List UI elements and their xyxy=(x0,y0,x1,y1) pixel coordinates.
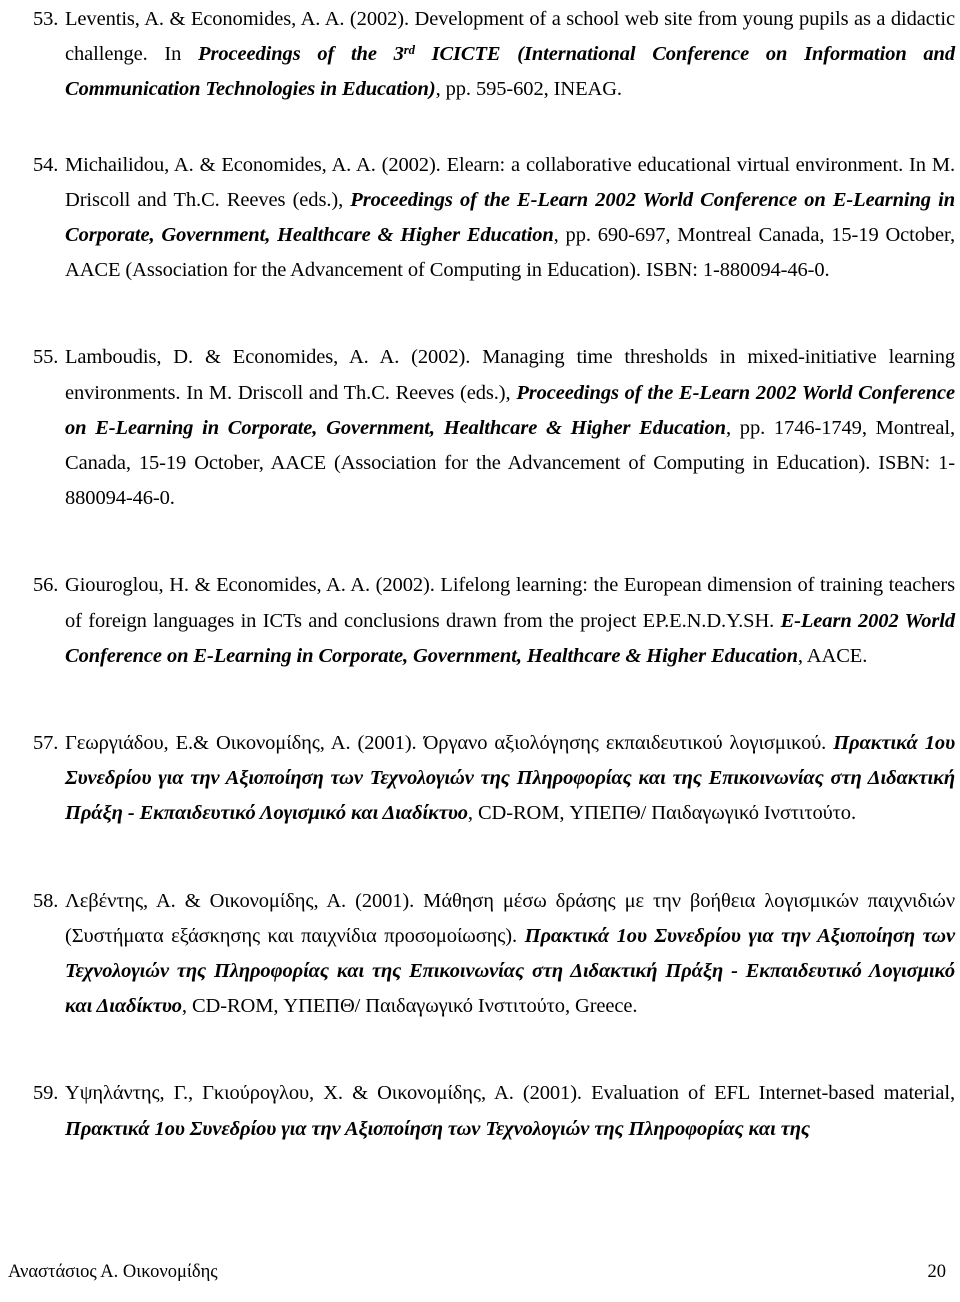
reference-entry-59: 59. Υψηλάντης, Γ., Γκιούρογλου, Χ. & Οικ… xyxy=(33,1076,955,1146)
reference-text: Υψηλάντης, Γ., Γκιούρογλου, Χ. & Οικονομ… xyxy=(65,1076,955,1146)
ref-seg-tail: , CD-ROM, ΥΠΕΠΘ/ Παιδαγωγικό Ινστιτούτο. xyxy=(467,802,856,825)
reference-text: Lamboudis, D. & Economides, A. A. (2002)… xyxy=(65,340,955,516)
reference-entry-55: 55. Lamboudis, D. & Economides, A. A. (2… xyxy=(33,340,955,516)
reference-text: Γεωργιάδου, Ε.& Οικονομίδης, Α. (2001). … xyxy=(65,726,955,832)
reference-number: 58. xyxy=(33,889,59,912)
page-footer: Αναστάσιος Α. Οικονομίδης 20 xyxy=(0,1260,960,1284)
reference-text: Giouroglou, H. & Economides, A. A. (2002… xyxy=(65,568,955,674)
entry-spacer xyxy=(33,1024,955,1076)
ref-seg-tail: , AACE. xyxy=(797,644,868,667)
ref-seg-tail: , CD-ROM, ΥΠΕΠΘ/ Παιδαγωγικό Ινστιτούτο,… xyxy=(181,995,638,1018)
reference-text: Leventis, A. & Economides, A. A. (2002).… xyxy=(65,2,955,108)
reference-entry-58: 58. Λεβέντης, Α. & Οικονομίδης, Α. (2001… xyxy=(33,884,955,1025)
ordinal-suffix: rd xyxy=(403,43,415,58)
ref-seg-title: Πρακτικά 1ου Συνεδρίου για την Αξιοποίησ… xyxy=(65,1117,810,1140)
document-page: 53. Leventis, A. & Economides, A. A. (20… xyxy=(0,0,960,1302)
reference-number: 59. xyxy=(33,1082,59,1105)
entry-spacer xyxy=(33,288,955,340)
entry-spacer xyxy=(33,674,955,726)
ref-seg-regular: Γεωργιάδου, Ε.& Οικονομίδης, Α. (2001). … xyxy=(65,732,834,755)
reference-text: Λεβέντης, Α. & Οικονομίδης, Α. (2001). Μ… xyxy=(65,884,955,1025)
ref-seg-title-text: Proceedings of the 3 xyxy=(198,43,404,66)
reference-text: Michailidou, A. & Economides, A. A. (200… xyxy=(65,148,955,289)
reference-number: 56. xyxy=(33,574,59,597)
entry-spacer xyxy=(33,516,955,568)
reference-number: 55. xyxy=(33,346,59,369)
footer-page-number: 20 xyxy=(927,1262,947,1282)
reference-number: 54. xyxy=(33,153,59,176)
reference-entry-56: 56. Giouroglou, H. & Economides, A. A. (… xyxy=(33,568,955,674)
footer-author: Αναστάσιος Α. Οικονομίδης xyxy=(8,1262,218,1282)
entry-spacer xyxy=(33,832,955,884)
reference-list: 53. Leventis, A. & Economides, A. A. (20… xyxy=(33,2,955,1147)
entry-spacer xyxy=(33,108,955,148)
ref-seg-regular: Υψηλάντης, Γ., Γκιούρογλου, Χ. & Οικονομ… xyxy=(65,1082,955,1105)
ref-seg-tail: , pp. 595-602, INEAG. xyxy=(435,78,622,101)
reference-number: 57. xyxy=(33,732,59,755)
reference-number: 53. xyxy=(33,8,59,30)
reference-entry-57: 57. Γεωργιάδου, Ε.& Οικονομίδης, Α. (200… xyxy=(33,726,955,832)
reference-entry-54: 54. Michailidou, A. & Economides, A. A. … xyxy=(33,148,955,289)
reference-entry-53: 53. Leventis, A. & Economides, A. A. (20… xyxy=(33,2,955,108)
